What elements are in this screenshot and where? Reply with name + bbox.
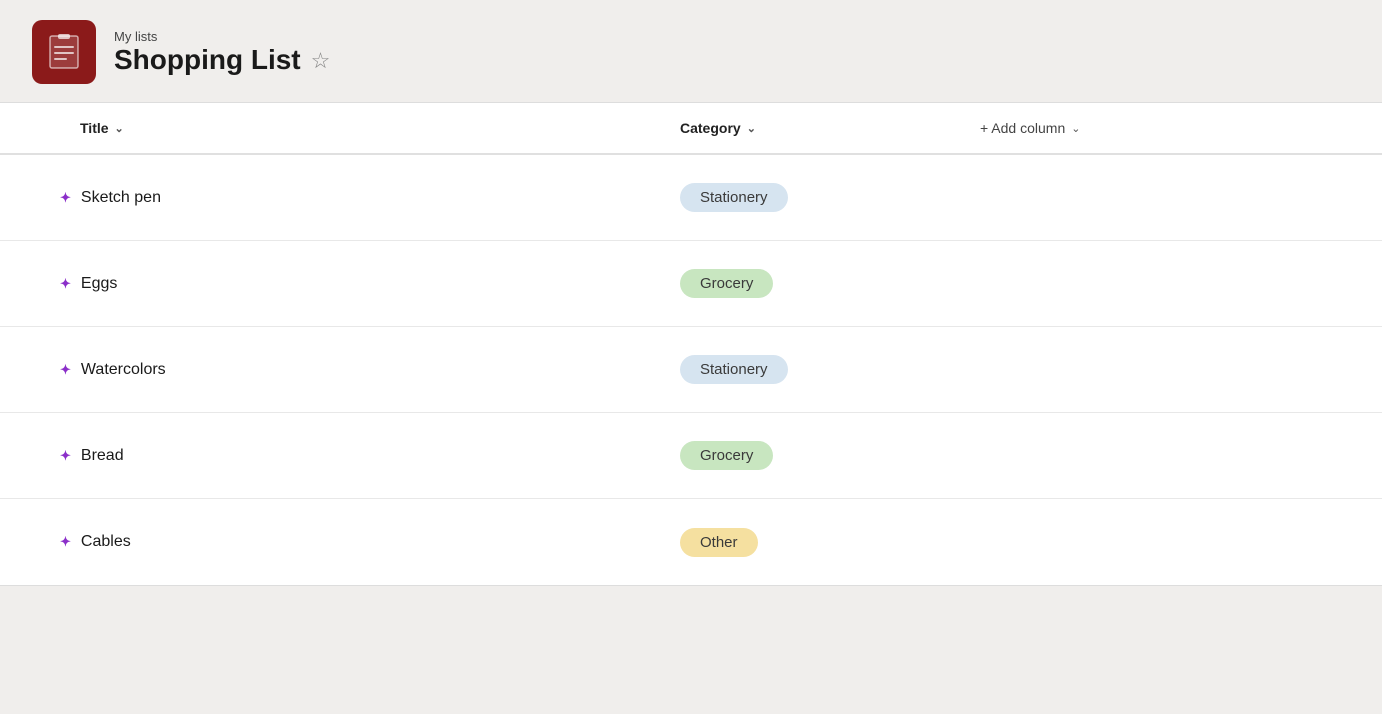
add-column-label: + Add column	[980, 120, 1065, 136]
table-row: ✦ Bread Grocery	[0, 413, 1382, 499]
drag-handle-icon[interactable]: ✦	[60, 448, 71, 464]
row-title-text: Eggs	[81, 275, 117, 293]
category-badge[interactable]: Stationery	[680, 355, 788, 384]
table-row: ✦ Watercolors Stationery	[0, 327, 1382, 413]
drag-handle-icon[interactable]: ✦	[60, 276, 71, 292]
row-title-text: Sketch pen	[81, 189, 161, 207]
column-header-category[interactable]: Category ⌄	[680, 103, 980, 153]
table-row: ✦ Eggs Grocery	[0, 241, 1382, 327]
drag-handle-icon[interactable]: ✦	[60, 190, 71, 206]
app-icon	[32, 20, 96, 84]
row-title-cell: ✦ Cables	[0, 533, 680, 551]
row-title-cell: ✦ Bread	[0, 447, 680, 465]
add-column-chevron-icon[interactable]: ⌄	[1071, 122, 1080, 135]
table-row: ✦ Sketch pen Stationery	[0, 155, 1382, 241]
title-sort-icon[interactable]: ⌄	[115, 122, 124, 135]
header-text: My lists Shopping List ☆	[114, 29, 330, 76]
row-category-cell: Stationery	[680, 183, 980, 212]
category-badge[interactable]: Stationery	[680, 183, 788, 212]
category-badge[interactable]: Other	[680, 528, 758, 557]
breadcrumb: My lists	[114, 29, 330, 44]
row-category-cell: Other	[680, 528, 980, 557]
data-table: Title ⌄ Category ⌄ + Add column ⌄ ✦ Sket…	[0, 102, 1382, 586]
row-title-cell: ✦ Sketch pen	[0, 189, 680, 207]
page-header: My lists Shopping List ☆	[0, 0, 1382, 102]
favorite-icon[interactable]: ☆	[311, 48, 331, 74]
row-category-cell: Grocery	[680, 441, 980, 470]
row-title-text: Bread	[81, 447, 124, 465]
table-header: Title ⌄ Category ⌄ + Add column ⌄	[0, 103, 1382, 155]
drag-handle-icon[interactable]: ✦	[60, 534, 71, 550]
category-badge[interactable]: Grocery	[680, 441, 773, 470]
row-title-text: Watercolors	[81, 361, 166, 379]
page-title: Shopping List	[114, 44, 301, 76]
category-sort-icon[interactable]: ⌄	[747, 122, 756, 135]
drag-handle-icon[interactable]: ✦	[60, 362, 71, 378]
row-category-cell: Grocery	[680, 269, 980, 298]
row-title-cell: ✦ Eggs	[0, 275, 680, 293]
table-row: ✦ Cables Other	[0, 499, 1382, 585]
row-category-cell: Stationery	[680, 355, 980, 384]
column-category-label: Category	[680, 120, 741, 136]
column-title-label: Title	[80, 120, 109, 136]
row-title-text: Cables	[81, 533, 131, 551]
row-title-cell: ✦ Watercolors	[0, 361, 680, 379]
category-badge[interactable]: Grocery	[680, 269, 773, 298]
add-column-button[interactable]: + Add column ⌄	[980, 103, 1382, 153]
column-header-title[interactable]: Title ⌄	[0, 103, 680, 153]
